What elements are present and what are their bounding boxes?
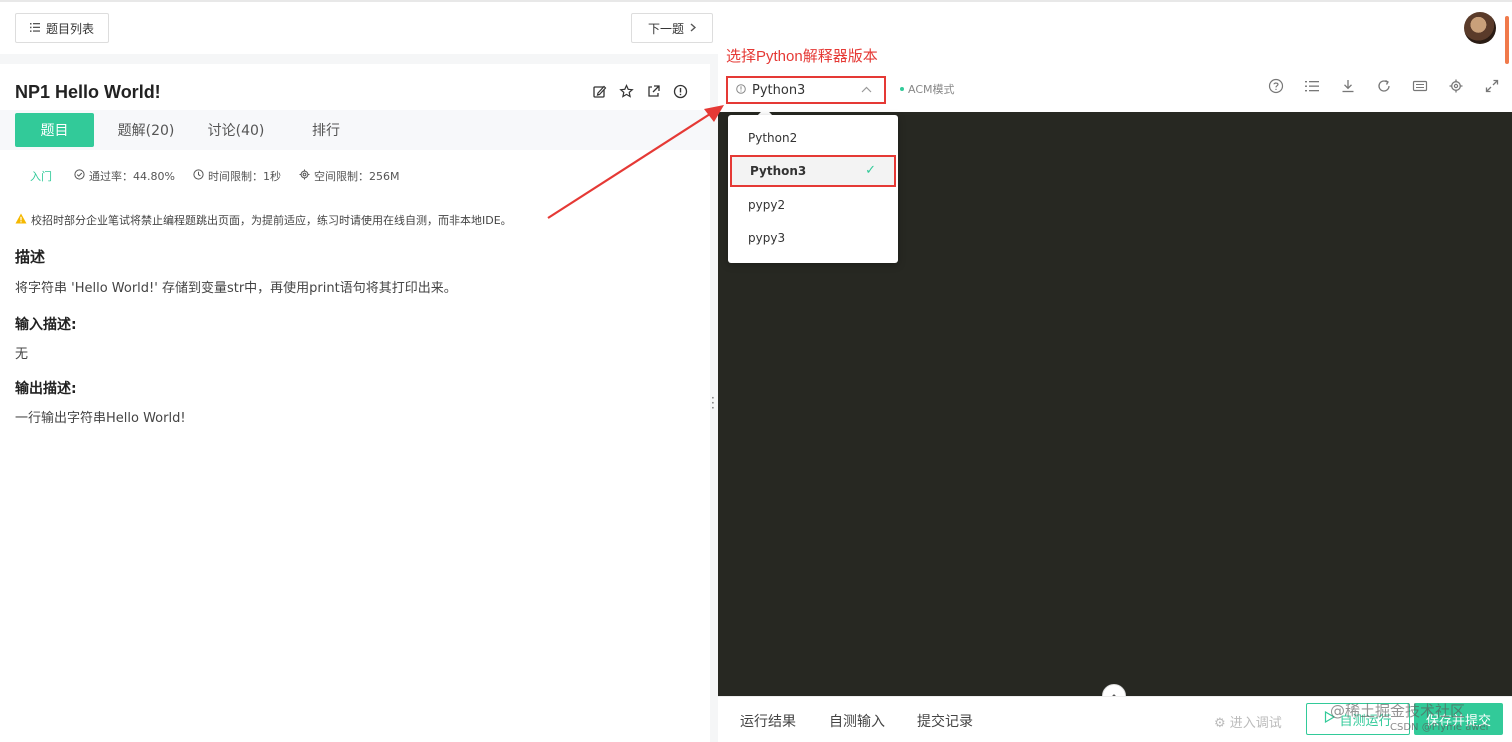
language-option-label: pypy3	[748, 231, 786, 245]
pass-rate-text: 通过率：44.80%	[89, 170, 175, 183]
check-circle-icon	[74, 169, 85, 183]
language-option-selected[interactable]: Python3 ✓	[730, 155, 896, 187]
settings-icon[interactable]	[1448, 78, 1464, 94]
problem-list-label: 题目列表	[45, 21, 94, 36]
tab-ranking[interactable]: 排行	[288, 113, 364, 147]
problem-meta: 入门 通过率：44.80% 时间限制：1秒 空间限制：256M	[30, 168, 417, 184]
refresh-icon[interactable]	[1376, 78, 1392, 94]
space-limit: 空间限制：256M	[299, 168, 400, 184]
clock-icon	[193, 169, 204, 183]
tab-discussion[interactable]: 讨论(40)	[198, 113, 274, 147]
keyboard-icon[interactable]	[1412, 78, 1428, 94]
description-text: 将字符串 'Hello World!' 存储到变量str中，再使用print语句…	[15, 281, 457, 296]
mode-dot	[900, 87, 904, 91]
language-option[interactable]: Python2	[728, 122, 898, 154]
warning-text: 校招时部分企业笔试将禁止编程题跳出页面，为提前适应，练习时请使用在线自测，而非本…	[31, 214, 512, 227]
next-problem-label: 下一题	[647, 21, 684, 36]
exam-warning: 校招时部分企业笔试将禁止编程题跳出页面，为提前适应，练习时请使用在线自测，而非本…	[15, 212, 512, 228]
info-icon[interactable]	[673, 84, 688, 99]
language-option[interactable]: pypy2	[728, 189, 898, 221]
download-icon[interactable]	[1340, 78, 1356, 94]
difficulty-badge: 入门	[30, 170, 52, 183]
language-option-label: Python3	[750, 164, 807, 178]
acm-mode[interactable]: ACM模式	[900, 81, 955, 97]
chevron-right-icon	[690, 21, 697, 35]
warning-icon	[15, 213, 27, 227]
user-avatar[interactable]	[1464, 12, 1496, 44]
header-gap	[0, 54, 718, 64]
editor-header: Python3 ACM模式	[718, 64, 1512, 112]
output-text: 一行输出字符串Hello World!	[15, 411, 186, 426]
acm-mode-label: ACM模式	[908, 83, 955, 96]
annotation-arrow	[547, 105, 724, 219]
space-limit-text: 空间限制：256M	[313, 170, 400, 183]
tab-solutions[interactable]: 题解(20)	[108, 113, 184, 147]
fullscreen-icon[interactable]	[1484, 78, 1500, 94]
output-heading: 输出描述:	[15, 381, 77, 397]
language-option[interactable]: pypy3	[728, 222, 898, 254]
problem-actions	[592, 84, 688, 99]
input-heading: 输入描述:	[15, 317, 77, 333]
debug-button[interactable]: ⚙ 进入调试	[1214, 712, 1282, 731]
share-icon[interactable]	[646, 84, 661, 99]
problem-title: NP1 Hello World!	[15, 82, 161, 102]
annotation-label: 选择Python解释器版本	[726, 48, 878, 65]
time-limit: 时间限制：1秒	[193, 168, 281, 184]
check-icon: ✓	[865, 163, 876, 178]
watermark: @稀土掘金技术社区	[1330, 702, 1466, 720]
bug-icon: ⚙	[1214, 716, 1226, 731]
help-icon[interactable]	[1268, 78, 1284, 94]
input-text: 无	[15, 347, 29, 362]
info-icon	[736, 83, 746, 98]
problem-list-button[interactable]: 题目列表	[15, 13, 109, 43]
chevron-up-icon	[861, 82, 872, 96]
scrollbar-thumb[interactable]	[1505, 16, 1509, 64]
language-dropdown: Python2 Python3 ✓ pypy2 pypy3	[728, 115, 898, 263]
edit-icon[interactable]	[592, 84, 607, 99]
list-icon[interactable]	[1304, 78, 1320, 94]
description-heading: 描述	[15, 248, 46, 266]
next-problem-button[interactable]: 下一题	[631, 13, 713, 43]
tab-custom-input[interactable]: 自测输入	[829, 711, 885, 731]
language-option-label: Python2	[748, 131, 798, 145]
language-select[interactable]: Python3	[726, 76, 886, 104]
tab-problem[interactable]: 题目	[15, 113, 94, 147]
time-limit-text: 时间限制：1秒	[207, 170, 281, 183]
watermark-sub: CSDN @Flyme awei	[1390, 722, 1489, 733]
language-option-label: pypy2	[748, 198, 786, 212]
selected-language: Python3	[752, 82, 806, 98]
drag-handle-icon[interactable]: · · ·	[711, 392, 715, 414]
tab-submission-history[interactable]: 提交记录	[917, 711, 973, 731]
star-icon[interactable]	[619, 84, 634, 99]
list-icon	[29, 21, 40, 35]
debug-label: 进入调试	[1229, 716, 1282, 731]
tab-run-result[interactable]: 运行结果	[740, 711, 796, 731]
chip-icon	[299, 169, 310, 183]
pass-rate: 通过率：44.80%	[74, 168, 175, 184]
editor-toolbar	[1268, 78, 1500, 94]
